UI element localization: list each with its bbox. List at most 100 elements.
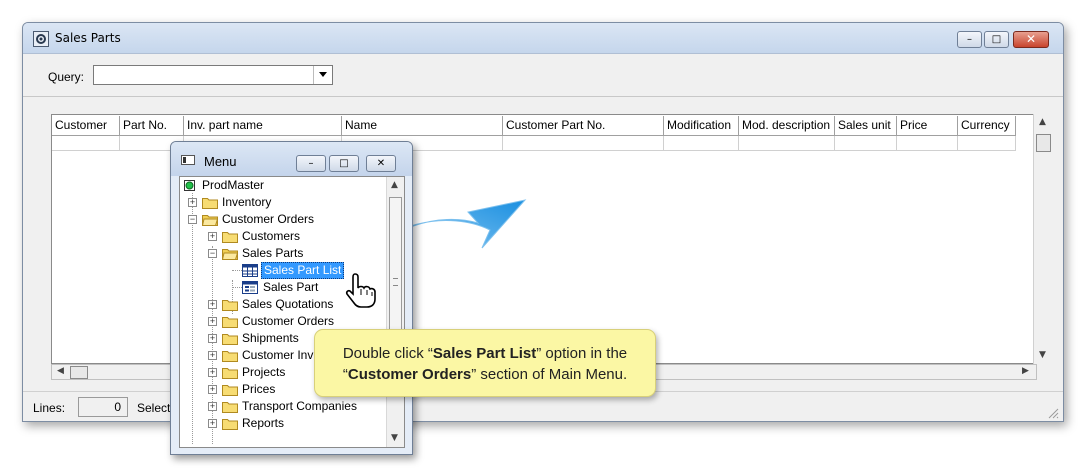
column-header-currency[interactable]: Currency [958,116,1016,136]
column-header-modification[interactable]: Modification [664,116,739,136]
table-cell[interactable] [958,136,1016,151]
menu-tree[interactable]: ProdMaster + Inventory − Customer Orders… [179,176,405,448]
menu-maximize-button[interactable]: □ [329,155,359,172]
folder-icon [222,317,238,328]
instruction-callout: Double click “Sales Part List” option in… [314,329,656,397]
table-cell[interactable] [835,136,897,151]
tree-item-label: Customer Orders [222,212,315,226]
collapse-icon[interactable]: − [188,215,197,224]
thumb-grip-icon [393,278,398,286]
scrollbar-thumb[interactable] [70,366,88,379]
resize-grip-icon[interactable] [1047,407,1059,419]
expand-icon[interactable]: + [208,334,217,343]
folder-icon [222,402,238,413]
tree-item-label: Sales Parts [242,246,304,260]
callout-bold-text: Sales Part List [432,345,537,362]
tree-item-customer-orders-sub[interactable]: + Customer Orders [180,313,380,330]
scroll-up-icon[interactable]: ▲ [1039,117,1046,127]
grid-icon [242,264,258,277]
expand-icon[interactable]: + [208,232,217,241]
folder-icon [222,351,238,362]
expand-icon[interactable]: + [208,300,217,309]
menu-minimize-button[interactable]: – [296,155,326,172]
tree-item-customers[interactable]: + Customers [180,228,380,245]
app-gear-icon [33,31,49,47]
tree-item-label: Sales Part [263,280,319,294]
tree-item-transport-companies[interactable]: + Transport Companies [180,398,380,415]
maximize-button[interactable]: □ [984,31,1009,48]
expand-icon[interactable]: + [208,402,217,411]
menu-title-bar[interactable]: Menu – □ ✕ [171,142,412,176]
expand-icon[interactable]: + [208,368,217,377]
expand-icon[interactable]: + [208,419,217,428]
column-header-inv-part-name[interactable]: Inv. part name [184,116,342,136]
expand-icon[interactable]: + [208,351,217,360]
lines-count: 0 [78,397,128,417]
tree-item-inventory[interactable]: + Inventory [180,194,380,211]
tree-item-label: ProdMaster [202,178,265,192]
collapse-icon[interactable]: − [208,249,217,258]
expand-icon[interactable]: + [208,317,217,326]
tree-connector [232,270,242,271]
tree-item-reports[interactable]: + Reports [180,415,380,432]
divider [23,96,1063,97]
folder-icon [222,419,238,430]
expand-icon[interactable]: + [188,198,197,207]
column-header-customer-part-no[interactable]: Customer Part No. [503,116,664,136]
maximize-icon: □ [339,158,349,169]
column-header-mod-description[interactable]: Mod. description [739,116,835,136]
callout-text: ” option in the [536,345,628,362]
tree-item-label: Customers [242,229,301,243]
tree-item-sales-parts[interactable]: − Sales Parts [180,245,380,262]
query-label: Query: [48,70,85,84]
callout-text: Double click “ [342,345,433,362]
column-header-sales-unit[interactable]: Sales unit [835,116,897,136]
menu-scrollbar[interactable]: ▲ ▼ [386,177,404,447]
column-header-part-no[interactable]: Part No. [120,116,184,136]
callout-text: ” section of Main Menu. [471,366,628,383]
menu-close-button[interactable]: ✕ [366,155,396,172]
column-header-name[interactable]: Name [342,116,503,136]
chevron-down-icon [319,72,327,77]
tree-item-label: Transport Companies [242,399,357,413]
table-cell[interactable] [897,136,958,151]
scroll-right-icon[interactable]: ▶ [1022,366,1029,376]
scrollbar-thumb[interactable] [1036,134,1051,152]
scroll-down-icon[interactable]: ▼ [1039,350,1046,360]
lines-label: Lines: [33,401,66,415]
open-folder-icon [222,249,238,260]
scroll-down-icon[interactable]: ▼ [391,433,398,443]
table-cell[interactable] [503,136,664,151]
callout-line-1: Double click “Sales Part List” option in… [315,343,655,364]
title-bar[interactable]: Sales Parts – □ ✕ [23,23,1063,54]
table-cell[interactable] [664,136,739,151]
scroll-up-icon[interactable]: ▲ [391,180,398,190]
menu-window-icon [181,155,195,165]
tree-item-prodmaster[interactable]: ProdMaster [180,177,380,194]
tree-item-label: Sales Part List [261,262,345,279]
folder-icon [222,368,238,379]
folder-icon [202,198,218,209]
column-header-customer[interactable]: Customer [52,116,120,136]
table-cell[interactable] [52,136,120,151]
close-icon: ✕ [1025,32,1037,46]
tree-item-label: Prices [242,382,276,396]
tree-connector [232,287,242,288]
tree-item-customer-orders[interactable]: − Customer Orders [180,211,380,228]
tree-item-label: Shipments [242,331,299,345]
tree-item-label: Customer Orders [242,314,335,328]
hand-pointer-icon [345,273,376,308]
expand-icon[interactable]: + [208,385,217,394]
close-button[interactable]: ✕ [1013,31,1049,48]
table-cell[interactable] [739,136,835,151]
green-circle-icon [184,180,195,191]
minimize-button[interactable]: – [957,31,982,48]
query-combobox[interactable] [93,65,333,85]
tree-item-label: Inventory [222,195,272,209]
callout-bold-text: Customer Orders [347,366,472,383]
close-icon: ✕ [376,158,386,169]
column-header-price[interactable]: Price [897,116,958,136]
scroll-left-icon[interactable]: ◀ [57,366,64,376]
query-dropdown-button[interactable] [313,66,332,84]
vertical-scrollbar[interactable]: ▲ ▼ [1033,114,1053,364]
